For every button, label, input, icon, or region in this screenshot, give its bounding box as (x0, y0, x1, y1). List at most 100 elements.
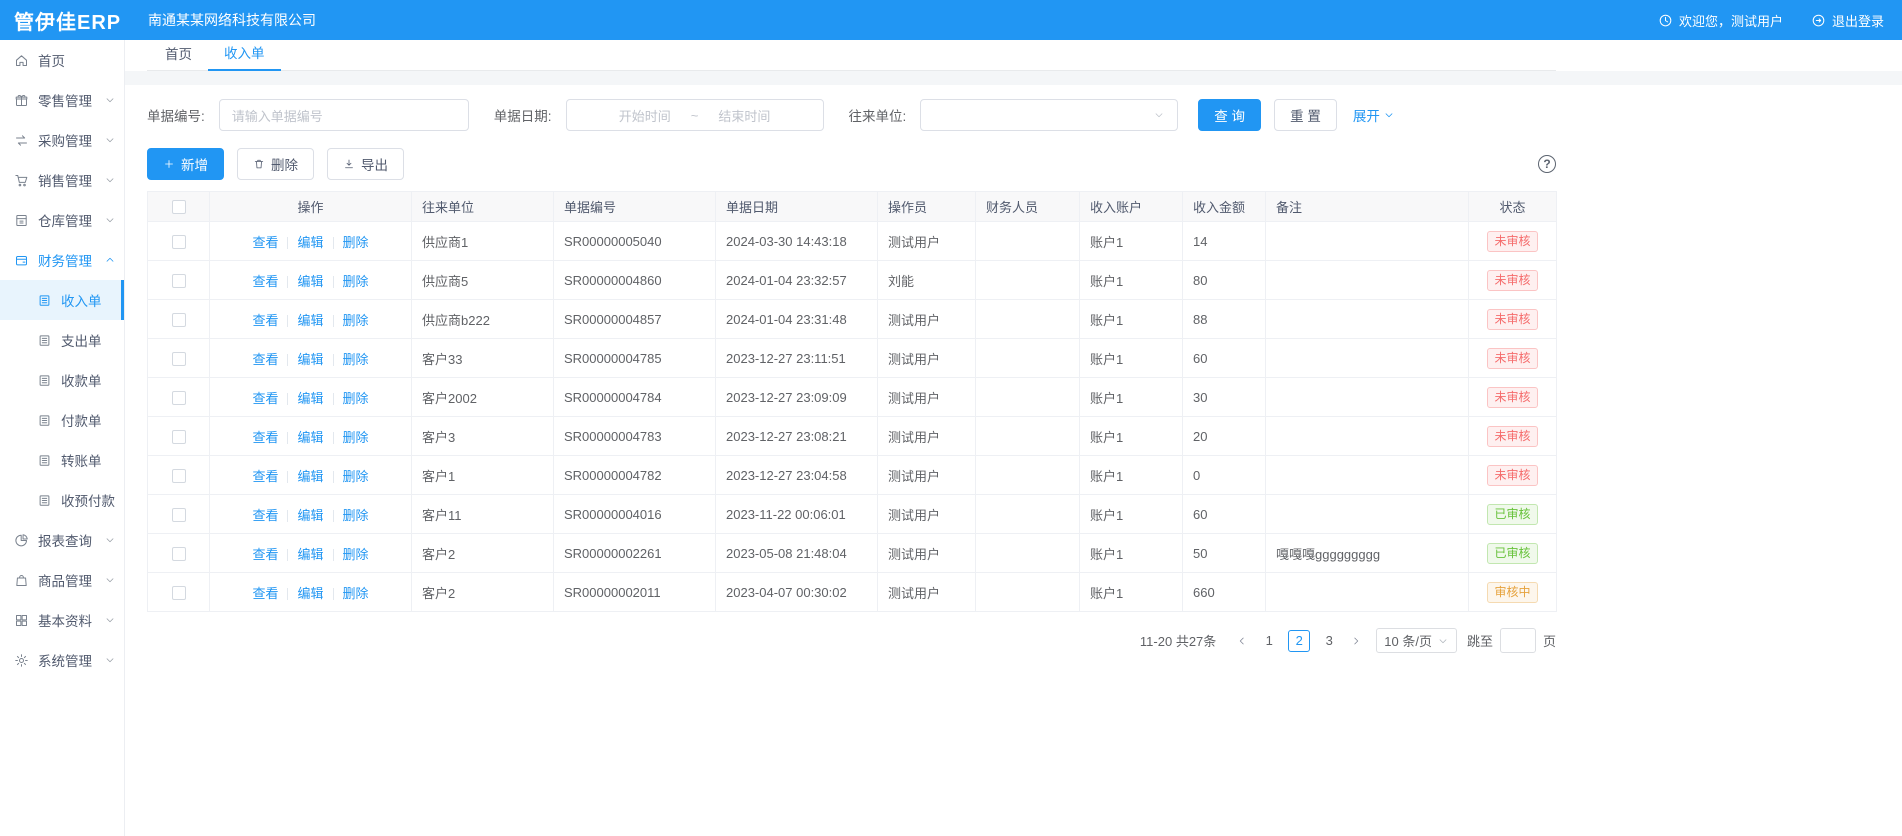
sidebar-item-report[interactable]: 报表查询 (0, 520, 124, 560)
edit-link[interactable]: 编辑 (297, 235, 323, 250)
sidebar-item-basic[interactable]: 基本资料 (0, 600, 124, 640)
top-navbar: 管伊佳ERP 南通某某网络科技有限公司 欢迎您，测试用户 退出登录 (0, 0, 1902, 40)
cell-partner: 客户2 (412, 534, 554, 573)
partner-select[interactable] (920, 99, 1178, 131)
delete-link[interactable]: 删除 (343, 352, 369, 367)
sidebar-item-finance[interactable]: 财务管理 (0, 240, 124, 280)
prev-page-button[interactable] (1230, 635, 1254, 647)
page-size-select[interactable]: 10 条/页 (1376, 628, 1457, 653)
view-link[interactable]: 查看 (252, 391, 278, 406)
tab-content-divider (125, 71, 1902, 85)
cell-amount: 30 (1183, 378, 1266, 417)
row-checkbox[interactable] (172, 469, 186, 483)
edit-link[interactable]: 编辑 (297, 586, 323, 601)
cell-partner: 供应商5 (412, 261, 554, 300)
view-link[interactable]: 查看 (252, 274, 278, 289)
tab-income[interactable]: 收入单 (208, 35, 281, 71)
chevron-right-icon (1350, 635, 1362, 647)
row-checkbox[interactable] (172, 547, 186, 561)
row-checkbox[interactable] (172, 391, 186, 405)
sidebar-item-warehouse[interactable]: 仓库管理 (0, 200, 124, 240)
sidebar-item-label: 采购管理 (38, 130, 92, 150)
sidebar-item-payment[interactable]: 付款单 (0, 400, 124, 440)
view-link[interactable]: 查看 (252, 469, 278, 484)
row-checkbox[interactable] (172, 274, 186, 288)
cell-status: 已审核 (1469, 495, 1557, 534)
row-checkbox[interactable] (172, 586, 186, 600)
view-link[interactable]: 查看 (252, 352, 278, 367)
row-checkbox[interactable] (172, 508, 186, 522)
view-link[interactable]: 查看 (252, 313, 278, 328)
delete-link[interactable]: 删除 (343, 547, 369, 562)
row-checkbox[interactable] (172, 352, 186, 366)
export-button[interactable]: 导出 (327, 148, 404, 180)
sidebar-item-system[interactable]: 系统管理 (0, 640, 124, 680)
row-checkbox[interactable] (172, 313, 186, 327)
date-range-input[interactable]: 开始时间 ~ 结束时间 (566, 99, 824, 131)
tab-home[interactable]: 首页 (149, 36, 208, 70)
sidebar-item-receipt[interactable]: 收款单 (0, 360, 124, 400)
sidebar-item-goods[interactable]: 商品管理 (0, 560, 124, 600)
cell-finance (976, 378, 1080, 417)
search-button[interactable]: 查 询 (1198, 99, 1261, 131)
page-number-3[interactable]: 3 (1318, 630, 1340, 652)
edit-link[interactable]: 编辑 (297, 547, 323, 562)
download-icon (343, 158, 355, 170)
company-name: 南通某某网络科技有限公司 (148, 10, 316, 30)
doc-no-input[interactable]: 请输入单据编号 (219, 99, 469, 131)
sidebar-item-transfer[interactable]: 转账单 (0, 440, 124, 480)
cell-actions: 查看 编辑 删除 (210, 378, 412, 417)
view-link[interactable]: 查看 (252, 547, 278, 562)
next-page-button[interactable] (1344, 635, 1368, 647)
logout-button[interactable]: 退出登录 (1811, 11, 1884, 30)
view-link[interactable]: 查看 (252, 508, 278, 523)
edit-link[interactable]: 编辑 (297, 508, 323, 523)
page-number-2[interactable]: 2 (1288, 630, 1310, 652)
view-link[interactable]: 查看 (252, 235, 278, 250)
delete-link[interactable]: 删除 (343, 586, 369, 601)
action-divider (287, 276, 288, 288)
edit-link[interactable]: 编辑 (297, 274, 323, 289)
delete-link[interactable]: 删除 (343, 313, 369, 328)
sidebar-item-income[interactable]: 收入单 (0, 280, 124, 320)
sidebar-item-home[interactable]: 首页 (0, 40, 124, 80)
sidebar-item-retail[interactable]: 零售管理 (0, 80, 124, 120)
row-checkbox[interactable] (172, 235, 186, 249)
delete-link[interactable]: 删除 (343, 469, 369, 484)
sidebar-item-label: 转账单 (61, 450, 102, 470)
add-button[interactable]: 新增 (147, 148, 224, 180)
delete-button[interactable]: 删除 (237, 148, 314, 180)
edit-link[interactable]: 编辑 (297, 391, 323, 406)
expand-link[interactable]: 展开 (1353, 105, 1395, 125)
sidebar-item-expense[interactable]: 支出单 (0, 320, 124, 360)
doc-icon (37, 453, 52, 468)
column-header: 往来单位 (412, 192, 554, 222)
delete-link[interactable]: 删除 (343, 508, 369, 523)
welcome-user[interactable]: 欢迎您，测试用户 (1658, 11, 1783, 30)
action-divider (287, 432, 288, 444)
cell-operator: 测试用户 (878, 417, 976, 456)
trash-icon (253, 158, 265, 170)
delete-link[interactable]: 删除 (343, 274, 369, 289)
jump-page-input[interactable] (1500, 628, 1536, 653)
date-end-placeholder: 结束时间 (718, 106, 770, 125)
edit-link[interactable]: 编辑 (297, 352, 323, 367)
view-link[interactable]: 查看 (252, 586, 278, 601)
table-row: 查看编辑删除客户1SR000000047822023-12-27 23:04:5… (148, 456, 1557, 495)
sidebar-item-sales[interactable]: 销售管理 (0, 160, 124, 200)
select-all-checkbox[interactable] (172, 200, 186, 214)
cell-partner: 供应商b222 (412, 300, 554, 339)
sidebar-item-prepayment[interactable]: 收预付款 (0, 480, 124, 520)
view-link[interactable]: 查看 (252, 430, 278, 445)
reset-button[interactable]: 重 置 (1274, 99, 1337, 131)
row-checkbox[interactable] (172, 430, 186, 444)
edit-link[interactable]: 编辑 (297, 469, 323, 484)
edit-link[interactable]: 编辑 (297, 430, 323, 445)
help-icon[interactable]: ? (1538, 155, 1556, 173)
edit-link[interactable]: 编辑 (297, 313, 323, 328)
delete-link[interactable]: 删除 (343, 430, 369, 445)
page-number-1[interactable]: 1 (1258, 630, 1280, 652)
delete-link[interactable]: 删除 (343, 235, 369, 250)
delete-link[interactable]: 删除 (343, 391, 369, 406)
sidebar-item-purchase[interactable]: 采购管理 (0, 120, 124, 160)
